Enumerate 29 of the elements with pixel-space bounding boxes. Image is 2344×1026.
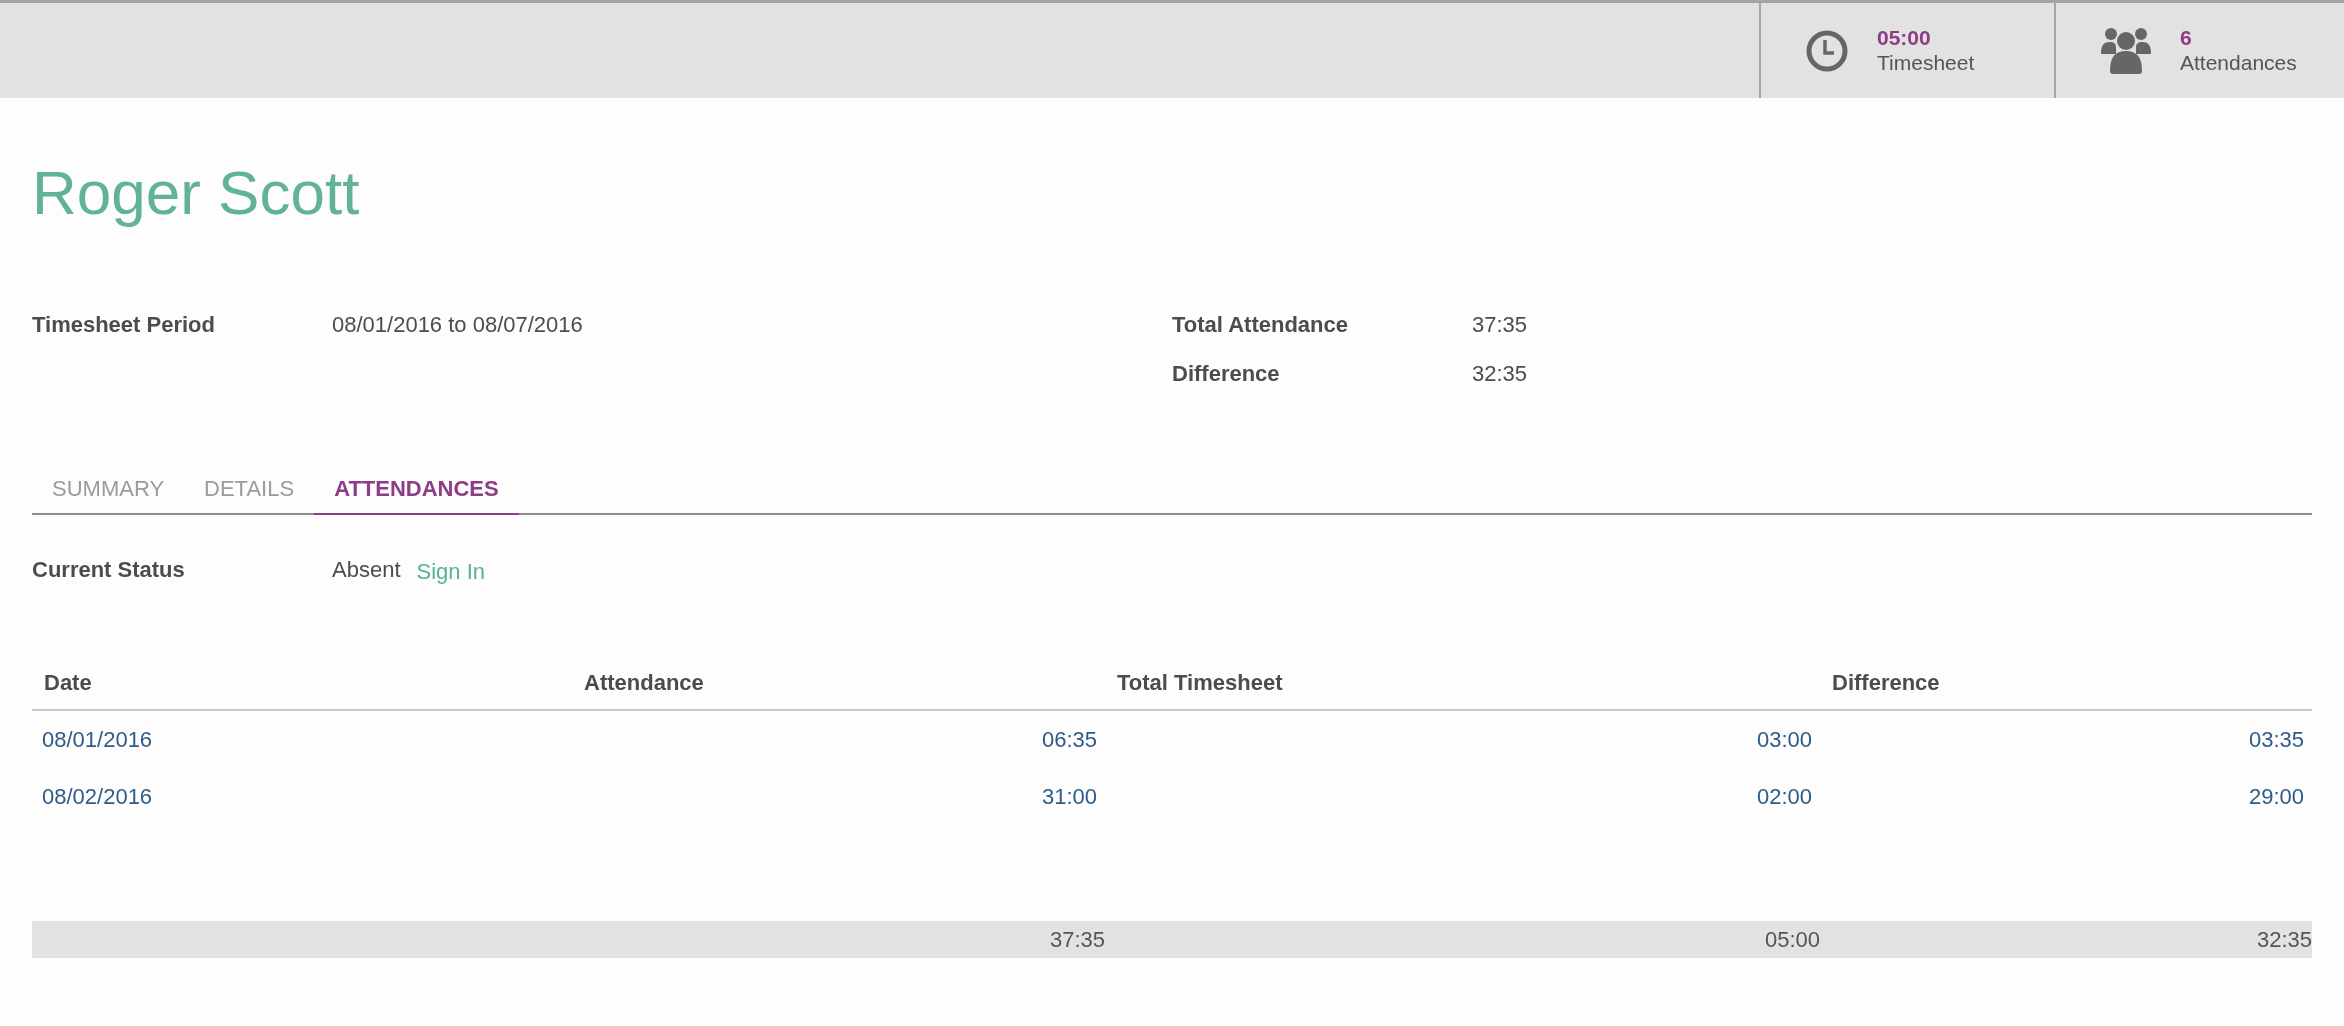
attendances-button[interactable]: 6 Attendances bbox=[2054, 3, 2344, 98]
tab[interactable]: ATTENDANCES bbox=[314, 466, 519, 516]
column-header: Attendance bbox=[583, 669, 705, 698]
timesheet-button[interactable]: 05:00 Timesheet bbox=[1759, 3, 2054, 98]
people-icon bbox=[2100, 26, 2152, 75]
table-cell-text: 31:00 bbox=[1040, 783, 1098, 812]
total-value: 05:00 bbox=[1764, 927, 1820, 953]
table-cell-text: 29:00 bbox=[2247, 783, 2305, 812]
field-label: Total Attendance bbox=[1172, 311, 1349, 340]
field-value: 32:35 bbox=[1472, 360, 1528, 389]
date-link[interactable]: 08/01/2016 bbox=[32, 711, 572, 769]
field-label: Timesheet Period bbox=[32, 311, 216, 340]
table-cell-text: 03:35 bbox=[2247, 726, 2305, 755]
clock-icon bbox=[1805, 28, 1849, 73]
field-value: 08/01/2016 to 08/07/2016 bbox=[332, 311, 583, 340]
table-cell-text: 06:35 bbox=[1040, 726, 1098, 755]
total-value: 37:35 bbox=[1049, 927, 1105, 953]
status-value: Absent bbox=[332, 556, 401, 585]
column-header: Difference bbox=[1831, 669, 1941, 698]
field-value: 37:35 bbox=[1472, 311, 1528, 340]
total-value: 32:35 bbox=[2256, 927, 2312, 953]
field-label: Current Status bbox=[32, 556, 186, 585]
employee-name: Roger Scott bbox=[32, 157, 361, 229]
table-cell-text: 03:00 bbox=[1755, 726, 1813, 755]
field-label: Difference bbox=[1172, 360, 1281, 389]
date-link[interactable]: 08/02/2016 bbox=[32, 768, 572, 826]
table-cell-text: 02:00 bbox=[1755, 783, 1813, 812]
column-header: Total Timesheet bbox=[1116, 669, 1284, 698]
column-header: Date bbox=[43, 669, 93, 698]
